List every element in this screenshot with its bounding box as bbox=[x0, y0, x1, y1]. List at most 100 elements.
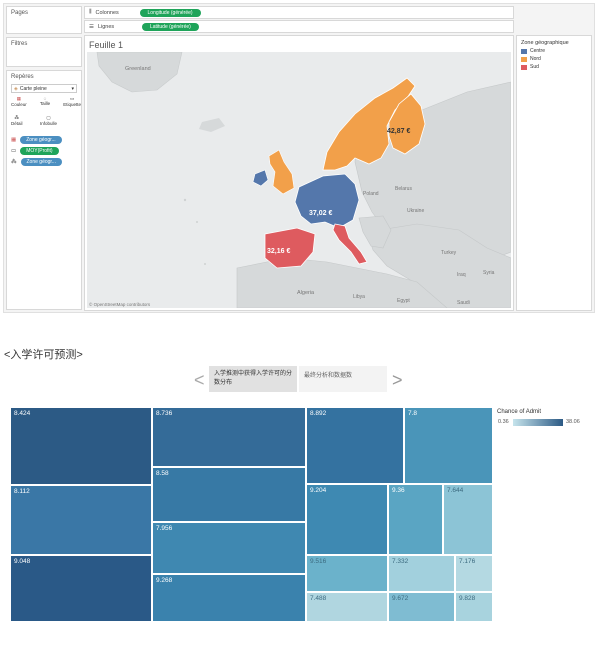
treemap-cell[interactable]: 7.644 bbox=[443, 484, 493, 555]
legend-item-nord[interactable]: Nord bbox=[521, 56, 587, 62]
place-label-saudi: Saudi bbox=[457, 300, 470, 306]
treemap-cell[interactable]: 7.332 bbox=[388, 555, 455, 592]
treemap-cell-label: 8.112 bbox=[14, 488, 30, 495]
map-legend-title: Zone géographique bbox=[521, 40, 569, 46]
treemap-cell-label: 7.956 bbox=[156, 525, 173, 532]
treemap: 8.424 8.112 9.048 8.736 8.58 7.956 9.268 8.892 7… bbox=[10, 407, 493, 622]
legend-swatch-centre bbox=[521, 48, 527, 54]
color-button[interactable]: ▦ Couleur bbox=[11, 96, 27, 114]
treemap-cell[interactable]: 9.204 bbox=[306, 484, 388, 555]
columns-icon: ⫼ bbox=[89, 9, 92, 15]
pages-panel[interactable]: Pages bbox=[6, 6, 82, 34]
chevron-down-icon: ▾ bbox=[71, 85, 74, 92]
tooltip-button[interactable]: ▢ Infobulle bbox=[40, 115, 57, 133]
legend-swatch-sud bbox=[521, 64, 527, 70]
treemap-cell[interactable]: 8.736 bbox=[152, 407, 306, 467]
sheet-view: Feuille 1 42,87 € 37,02 € 32,16 € Greenl… bbox=[84, 35, 514, 311]
label-button[interactable]: ▭ Etiquette bbox=[63, 96, 81, 114]
treemap-cell-label: 9.048 bbox=[14, 558, 31, 565]
marks-label: Repères bbox=[11, 74, 34, 80]
map-legend: Zone géographique Centre Nord Sud bbox=[516, 35, 592, 311]
tab-admission-distribution[interactable]: 入学推测中获得入学许可的分数分布 bbox=[209, 366, 297, 392]
treemap-cell-label: 7.176 bbox=[459, 558, 476, 565]
treemap-cell-label: 9.672 bbox=[392, 595, 409, 602]
treemap-cell-label: 8.424 bbox=[14, 410, 31, 417]
pages-label: Pages bbox=[11, 10, 29, 16]
treemap-cell[interactable]: 9.048 bbox=[10, 555, 152, 622]
size-button[interactable]: ◌ Taille bbox=[40, 96, 50, 114]
europe-map[interactable] bbox=[87, 52, 511, 308]
columns-label: Colonnes bbox=[95, 9, 119, 16]
treemap-cell-label: 9.36 bbox=[392, 487, 405, 494]
mark-field-geo-color[interactable]: ▦ Zone géogr... bbox=[9, 136, 62, 144]
filters-label: Filtres bbox=[11, 41, 28, 47]
marktype-value: Carte pleine bbox=[19, 85, 47, 92]
rows-shelf[interactable]: ☰ Lignes Latitude (générée) bbox=[84, 20, 514, 33]
treemap-cell[interactable]: 7.8 bbox=[404, 407, 493, 484]
prev-arrow[interactable]: < bbox=[194, 370, 205, 391]
place-label-ukraine: Ukraine bbox=[407, 208, 425, 214]
treemap-cell[interactable]: 8.892 bbox=[306, 407, 404, 484]
treemap-cell[interactable]: 9.36 bbox=[388, 484, 443, 555]
rows-icon: ☰ bbox=[89, 23, 94, 30]
detail-button[interactable]: ⁂ Détail bbox=[11, 115, 23, 133]
place-label-belarus: Belarus bbox=[395, 186, 412, 192]
filters-panel[interactable]: Filtres bbox=[6, 37, 82, 67]
treemap-cell-label: 8.58 bbox=[156, 470, 169, 477]
treemap-cell-label: 9.204 bbox=[310, 487, 327, 494]
treemap-cell[interactable]: 9.828 bbox=[455, 592, 493, 622]
treemap-cell[interactable]: 9.672 bbox=[388, 592, 455, 622]
tab-final-analysis-label: 最终分析和数据数 bbox=[304, 373, 353, 379]
mark-field-geo-detail[interactable]: ⁂ Zone géogr... bbox=[9, 158, 62, 166]
treemap-cell-label: 9.828 bbox=[459, 595, 476, 602]
treemap-cell[interactable]: 9.516 bbox=[306, 555, 388, 592]
value-label-centre: 37,02 € bbox=[309, 210, 333, 217]
place-label-syria: Syria bbox=[483, 270, 495, 276]
treemap-cell-label: 7.332 bbox=[392, 558, 409, 565]
columns-shelf[interactable]: ⫼ Colonnes Longitude (générée) bbox=[84, 6, 514, 19]
tab-admission-distribution-label: 入学推测中获得入学许可的分数分布 bbox=[214, 371, 293, 386]
treemap-cell[interactable]: 8.58 bbox=[152, 467, 306, 522]
marktype-select[interactable]: ◈ Carte pleine ▾ bbox=[11, 84, 77, 93]
legend-item-centre[interactable]: Centre bbox=[521, 48, 587, 54]
detail-icon: ⁂ bbox=[11, 159, 17, 165]
treemap-cell[interactable]: 7.956 bbox=[152, 522, 306, 574]
map-icon: ◈ bbox=[14, 85, 18, 92]
treemap-cell[interactable]: 9.268 bbox=[152, 574, 306, 622]
treemap-cell-label: 9.516 bbox=[310, 558, 327, 565]
map-attribution: © OpenStreetMap contributors bbox=[89, 302, 151, 307]
color-legend-title: Chance of Admit bbox=[497, 409, 542, 415]
treemap-cell-label: 7.488 bbox=[310, 595, 327, 602]
treemap-cell-label: 7.644 bbox=[447, 487, 464, 494]
treemap-cell[interactable]: 7.176 bbox=[455, 555, 493, 592]
place-label-iraq: Iraq bbox=[457, 272, 466, 278]
tab-final-analysis[interactable]: 最终分析和数据数 bbox=[299, 366, 387, 392]
value-label-nord: 42,87 € bbox=[387, 128, 411, 135]
marks-panel: Repères ◈ Carte pleine ▾ ▦ Couleur ◌ Taill… bbox=[6, 70, 82, 310]
next-arrow[interactable]: > bbox=[392, 370, 403, 391]
dashboard-heading: <入学许可预测> bbox=[4, 349, 83, 361]
rows-pill[interactable]: Latitude (générée) bbox=[141, 22, 199, 31]
mark-field-profit[interactable]: ▭ MOY(Profit) bbox=[9, 147, 59, 155]
treemap-cell[interactable]: 7.488 bbox=[306, 592, 388, 622]
value-label-sud: 32,16 € bbox=[267, 248, 291, 255]
columns-pill[interactable]: Longitude (générée) bbox=[139, 8, 201, 17]
color-legend-min: 0.36 bbox=[498, 419, 509, 425]
legend-item-sud[interactable]: Sud bbox=[521, 64, 587, 70]
treemap-cell[interactable]: 8.424 bbox=[10, 407, 152, 485]
place-label-egypt: Egypt bbox=[397, 298, 410, 304]
label-icon: ▭ bbox=[11, 148, 17, 154]
tableau-screenshot: Pages Filtres Repères ◈ Carte pleine ▾ ▦… bbox=[3, 3, 595, 313]
place-label-poland: Poland bbox=[363, 191, 379, 197]
place-label-turkey: Turkey bbox=[441, 250, 457, 256]
legend-swatch-nord bbox=[521, 56, 527, 62]
treemap-cell-label: 8.736 bbox=[156, 410, 173, 417]
sheet-title: Feuille 1 bbox=[89, 40, 124, 50]
rows-label: Lignes bbox=[97, 23, 115, 30]
treemap-cell-label: 8.892 bbox=[310, 410, 327, 417]
treemap-cell[interactable]: 8.112 bbox=[10, 485, 152, 555]
place-label-algeria: Algeria bbox=[297, 290, 315, 296]
place-label-greenland: Greenland bbox=[125, 66, 151, 72]
treemap-cell-label: 9.268 bbox=[156, 577, 173, 584]
color-icon: ▦ bbox=[11, 137, 17, 143]
